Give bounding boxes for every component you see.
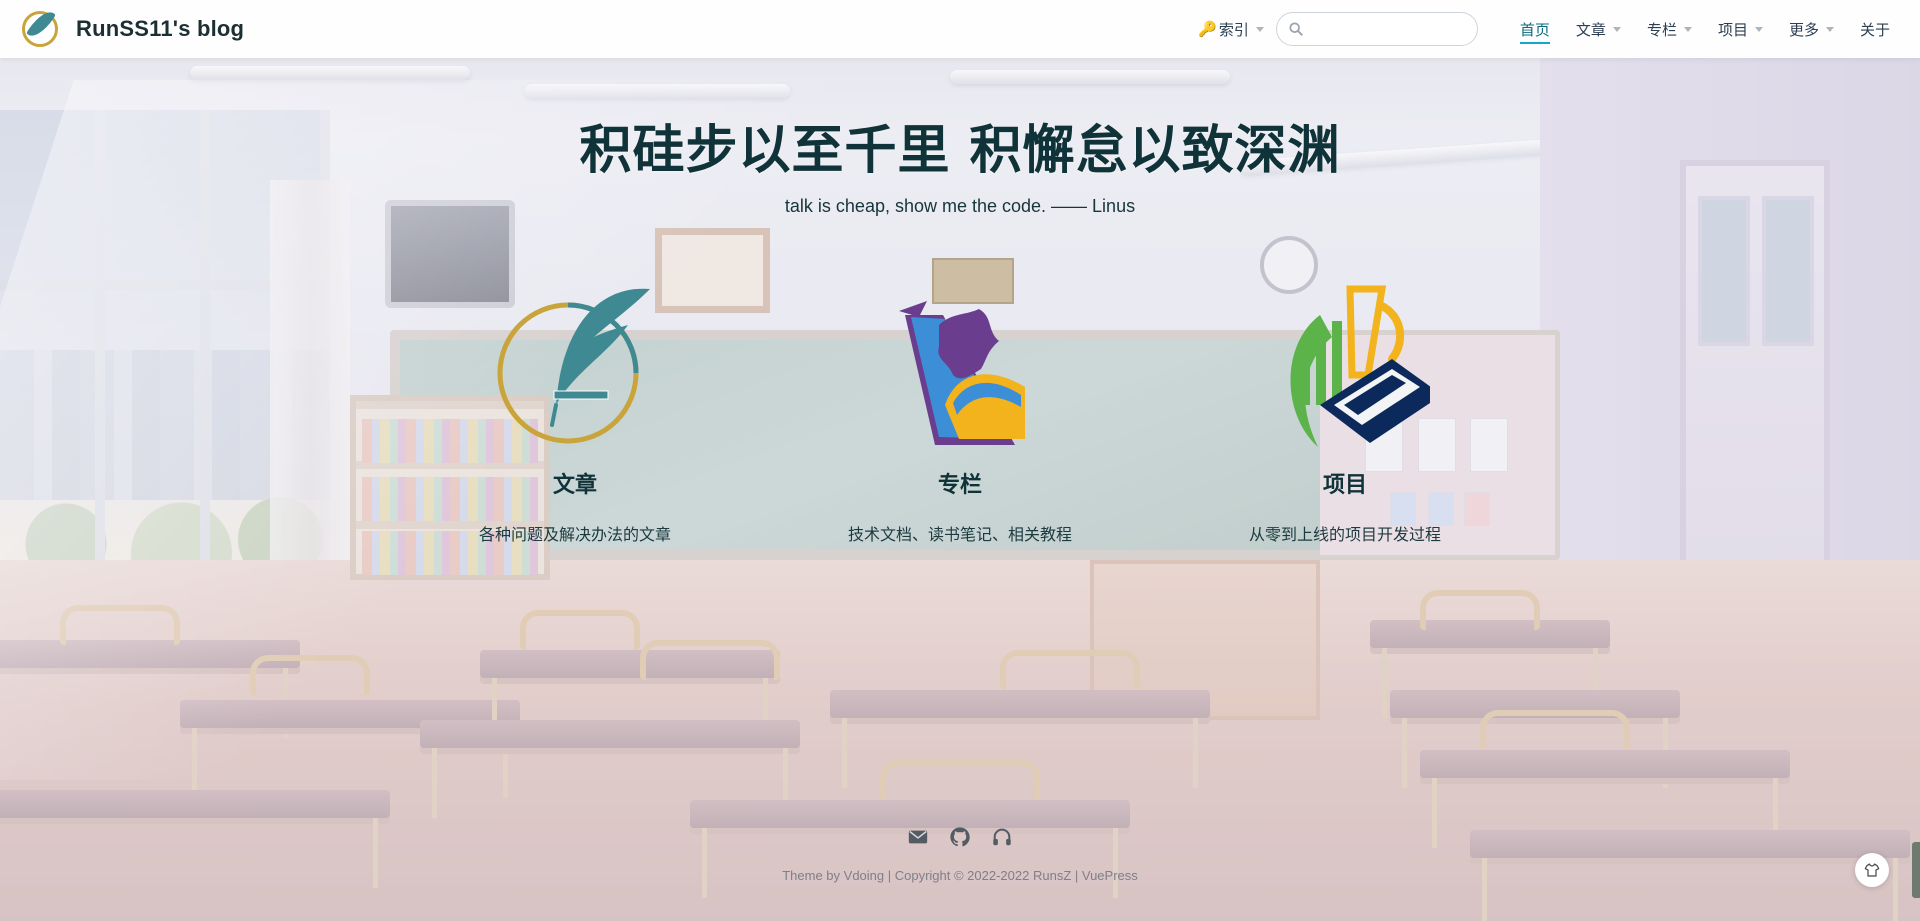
- nav-right: 🔑 索引 首页 文章 专栏 项目 更多 关于: [1198, 0, 1890, 58]
- feature-description: 各种问题及解决办法的文章: [478, 527, 671, 544]
- feature-projects[interactable]: 项目 从零到上线的项目开发过程: [1195, 255, 1495, 545]
- nav-item-label: 关于: [1859, 21, 1890, 39]
- index-dropdown[interactable]: 🔑 索引: [1198, 19, 1264, 40]
- chevron-down-icon: [1825, 26, 1834, 32]
- side-scroll-edge: [1912, 842, 1920, 898]
- feature-description: 从零到上线的项目开发过程: [1248, 527, 1441, 544]
- book-icon: [875, 255, 1045, 455]
- quill-logo-icon: [22, 6, 58, 47]
- nav-item-articles[interactable]: 文章: [1576, 0, 1621, 58]
- index-label: 索引: [1218, 21, 1249, 39]
- navbar: RunSS11's blog 🔑 索引 首页 文章 专栏 项目 更多 关于: [0, 0, 1920, 58]
- search-box: [1275, 12, 1478, 46]
- chevron-down-icon: [1754, 26, 1763, 32]
- feature-description: 技术文档、读书笔记、相关教程: [847, 527, 1072, 544]
- nav-item-projects[interactable]: 项目: [1718, 0, 1763, 58]
- feature-name: 文章: [552, 472, 597, 497]
- nav-item-label: 文章: [1575, 21, 1606, 39]
- vuepress-link[interactable]: VuePress: [1082, 868, 1138, 883]
- nav-item-about[interactable]: 关于: [1860, 0, 1890, 58]
- github-icon[interactable]: [949, 826, 971, 848]
- mail-icon[interactable]: [907, 826, 929, 848]
- headphones-icon[interactable]: [991, 826, 1013, 848]
- nav-item-label: 更多: [1788, 21, 1819, 39]
- nav-links: 首页 文章 专栏 项目 更多 关于: [1494, 0, 1890, 58]
- key-icon: 🔑: [1198, 21, 1217, 38]
- chevron-down-icon: [1683, 26, 1692, 32]
- vdoing-link[interactable]: Vdoing: [844, 868, 884, 883]
- search-input[interactable]: [1276, 13, 1477, 45]
- chevron-down-icon: [1612, 26, 1621, 32]
- feature-name: 专栏: [937, 472, 982, 497]
- nav-item-more[interactable]: 更多: [1789, 0, 1834, 58]
- chevron-down-icon: [1255, 26, 1264, 32]
- footer-separator: |: [1071, 868, 1082, 883]
- nav-item-label: 项目: [1717, 21, 1748, 39]
- social-links: [0, 826, 1920, 848]
- nav-item-columns[interactable]: 专栏: [1647, 0, 1692, 58]
- site-title: RunSS11's blog: [76, 16, 245, 41]
- laptop-chart-icon: [1260, 255, 1442, 455]
- footer-author: RunsZ: [1032, 868, 1072, 883]
- footer-theme-prefix: Theme by: [782, 868, 844, 883]
- search-icon: [1289, 22, 1303, 36]
- nav-item-label: 专栏: [1646, 21, 1677, 39]
- hero-description: talk is cheap, show me the code. —— Linu…: [784, 196, 1136, 216]
- feature-name: 项目: [1322, 472, 1367, 497]
- footer-copyright: Theme by Vdoing | Copyright © 2022-2022 …: [0, 868, 1920, 883]
- feature-articles[interactable]: 文章 各种问题及解决办法的文章: [425, 255, 725, 545]
- hero-title: 积硅步以至千里 积懈怠以致深渊: [579, 121, 1341, 181]
- nav-item-label: 首页: [1519, 21, 1550, 39]
- brand-link[interactable]: RunSS11's blog: [22, 6, 245, 47]
- quill-icon: [490, 255, 660, 455]
- theme-skin-button[interactable]: [1855, 853, 1889, 887]
- feature-columns[interactable]: 专栏 技术文档、读书笔记、相关教程: [810, 255, 1110, 545]
- footer-copyright-text: | Copyright © 2022-2022: [884, 868, 1033, 883]
- shirt-icon: [1864, 863, 1880, 877]
- nav-item-home[interactable]: 首页: [1519, 0, 1550, 58]
